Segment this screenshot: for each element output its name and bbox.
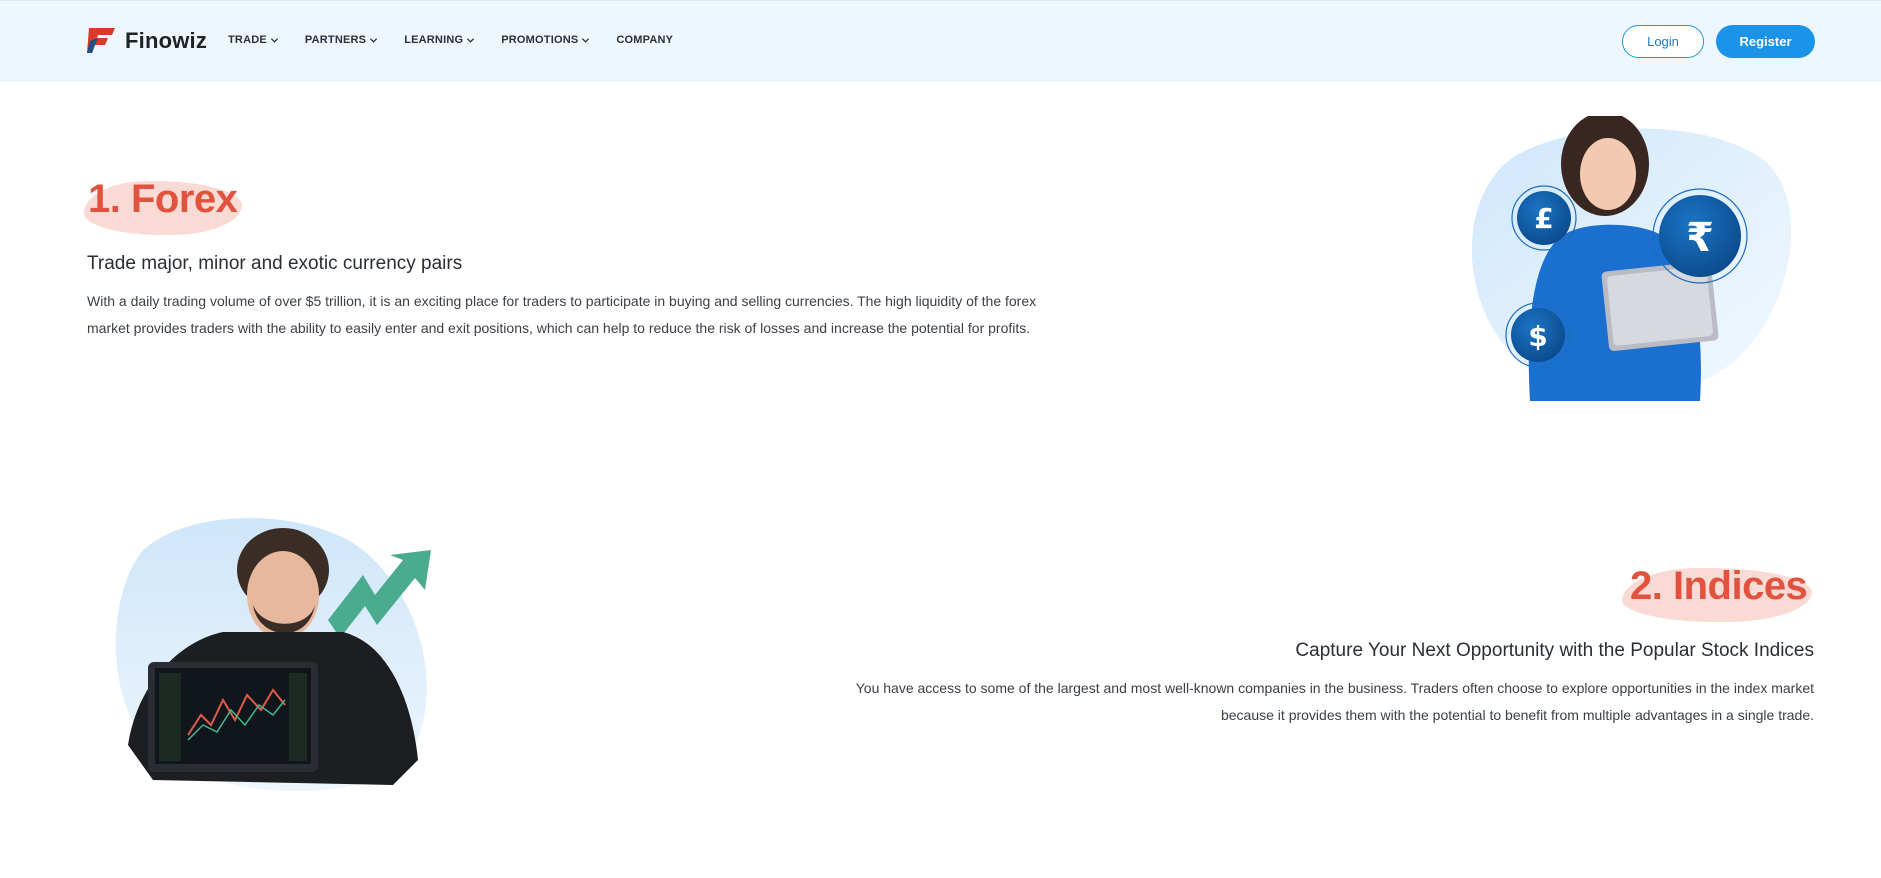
forex-illustration: £ ₹ $ xyxy=(1471,116,1792,401)
forex-description-line: With a daily trading volume of over $5 t… xyxy=(87,293,1037,309)
forex-title-block: 1. Forex xyxy=(84,177,242,235)
indices-subtitle: Capture Your Next Opportunity with the P… xyxy=(1295,640,1814,661)
site-header: Finowiz TRADE PARTNERS LEARNING PROMOTIO… xyxy=(0,0,1881,82)
nav-learning[interactable]: LEARNING xyxy=(404,34,475,46)
main-nav: TRADE PARTNERS LEARNING PROMOTIONS COMPA… xyxy=(228,34,673,46)
nav-trade[interactable]: TRADE xyxy=(228,34,279,46)
person-face xyxy=(1580,138,1636,210)
nav-promotions[interactable]: PROMOTIONS xyxy=(501,34,590,46)
forex-title: 1. Forex xyxy=(88,177,238,221)
nav-partners-label: PARTNERS xyxy=(304,34,367,46)
nav-company-label: COMPANY xyxy=(616,34,674,46)
login-button[interactable]: Login xyxy=(1622,25,1704,58)
brand-logo[interactable]: Finowiz xyxy=(86,25,207,56)
chevron-down-icon xyxy=(270,37,278,43)
dollar-symbol: $ xyxy=(1528,320,1547,353)
brand-name: Finowiz xyxy=(125,27,208,53)
nav-partners[interactable]: PARTNERS xyxy=(305,34,378,46)
logo-mark-icon xyxy=(87,28,115,53)
indices-description-line: You have access to some of the largest a… xyxy=(855,680,1814,696)
indices-description: You have access to some of the largest a… xyxy=(794,675,1814,729)
forex-subtitle: Trade major, minor and exotic currency p… xyxy=(87,253,463,274)
pound-symbol: £ xyxy=(1534,202,1553,235)
register-button[interactable]: Register xyxy=(1716,25,1815,58)
chevron-down-icon xyxy=(582,37,590,43)
forex-description: With a daily trading volume of over $5 t… xyxy=(87,288,1087,342)
indices-title: 2. Indices xyxy=(1630,564,1808,608)
chevron-down-icon xyxy=(467,37,475,43)
nav-company[interactable]: COMPANY xyxy=(616,34,673,46)
nav-learning-label: LEARNING xyxy=(404,34,464,46)
indices-title-block: 2. Indices xyxy=(1622,564,1812,622)
nav-trade-label: TRADE xyxy=(228,34,267,46)
nav-promotions-label: PROMOTIONS xyxy=(501,34,579,46)
indices-description-line: because it provides them with the potent… xyxy=(1220,707,1814,723)
forex-description-line: market provides traders with the ability… xyxy=(87,320,1031,336)
indices-illustration xyxy=(115,518,431,792)
rupee-symbol: ₹ xyxy=(1686,215,1714,261)
chevron-down-icon xyxy=(370,37,378,43)
